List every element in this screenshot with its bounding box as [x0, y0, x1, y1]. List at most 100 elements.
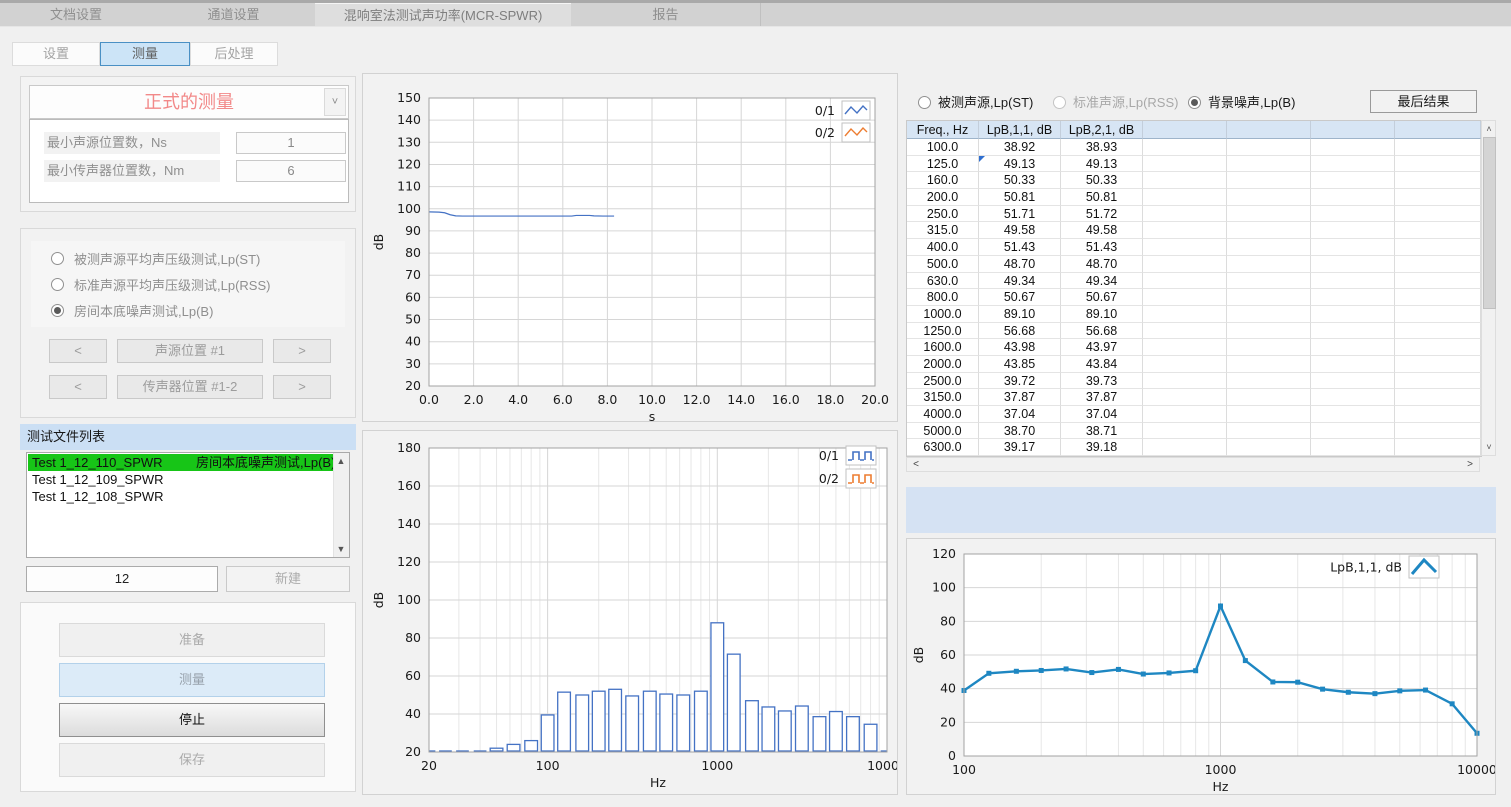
table-cell[interactable]: 56.68 — [1061, 323, 1143, 340]
table-row[interactable]: 1600.043.9843.97 — [907, 339, 1481, 356]
table-cell[interactable]: 50.67 — [1061, 289, 1143, 306]
scroll-down-icon[interactable]: ˅ — [1482, 440, 1496, 454]
table-cell[interactable] — [1143, 339, 1227, 356]
table-cell[interactable] — [1227, 373, 1311, 390]
table-vertical-scrollbar[interactable]: ˄ ˅ — [1481, 120, 1496, 456]
table-cell[interactable] — [1395, 289, 1481, 306]
radio-row-lprss[interactable]: 标准声源平均声压级测试,Lp(RSS) — [31, 275, 345, 294]
radio-label-source-lprss[interactable]: 标准声源,Lp(RSS) — [1073, 94, 1178, 112]
table-row[interactable]: 1250.056.6856.68 — [907, 323, 1481, 340]
table-cell[interactable]: 400.0 — [907, 239, 979, 256]
table-cell[interactable]: 43.97 — [1061, 339, 1143, 356]
mic-position-button[interactable]: 传声器位置 #1-2 — [117, 375, 263, 399]
table-cell[interactable]: 1000.0 — [907, 306, 979, 323]
table-cell[interactable] — [1311, 339, 1395, 356]
table-cell[interactable] — [1227, 389, 1311, 406]
table-horizontal-scrollbar[interactable]: ˂ ˃ — [906, 457, 1480, 472]
table-cell[interactable] — [1311, 389, 1395, 406]
table-cell[interactable] — [1143, 206, 1227, 223]
table-cell[interactable] — [1395, 239, 1481, 256]
table-cell[interactable] — [1227, 172, 1311, 189]
scroll-up-icon[interactable]: ▲ — [334, 454, 348, 468]
table-cell[interactable]: 39.17 — [979, 439, 1061, 456]
subtab-setup[interactable]: 设置 — [12, 42, 100, 66]
table-cell[interactable] — [1227, 339, 1311, 356]
table-row[interactable]: 315.049.5849.58 — [907, 222, 1481, 239]
table-cell[interactable]: 2000.0 — [907, 356, 979, 373]
tab-document-settings[interactable]: 文档设置 — [0, 3, 153, 26]
subtab-measure[interactable]: 测量 — [100, 42, 190, 66]
table-row[interactable]: 800.050.6750.67 — [907, 289, 1481, 306]
tab-channel-settings[interactable]: 通道设置 — [152, 3, 316, 26]
table-cell[interactable]: 51.43 — [979, 239, 1061, 256]
radio-row-lpst[interactable]: 被测声源平均声压级测试,Lp(ST) — [31, 249, 345, 268]
radio-label-background-lpb[interactable]: 背景噪声,Lp(B) — [1208, 94, 1295, 112]
table-cell[interactable] — [1227, 439, 1311, 456]
table-cell[interactable] — [1143, 139, 1227, 156]
table-cell[interactable] — [1143, 156, 1227, 173]
table-cell[interactable] — [1143, 289, 1227, 306]
file-count-button[interactable]: 12 — [26, 566, 218, 592]
table-cell[interactable] — [1227, 306, 1311, 323]
list-item[interactable]: Test 1_12_109_SPWR — [28, 471, 333, 488]
table-cell[interactable]: 39.72 — [979, 373, 1061, 390]
table-row[interactable]: 500.048.7048.70 — [907, 256, 1481, 273]
table-cell[interactable] — [1143, 373, 1227, 390]
mic-position-next-button[interactable]: > — [273, 375, 331, 399]
table-cell[interactable] — [1143, 172, 1227, 189]
table-cell[interactable] — [1227, 189, 1311, 206]
table-cell[interactable] — [1143, 239, 1227, 256]
table-cell[interactable]: 50.81 — [979, 189, 1061, 206]
table-row[interactable]: 400.051.4351.43 — [907, 239, 1481, 256]
table-cell[interactable]: 200.0 — [907, 189, 979, 206]
table-cell[interactable]: 48.70 — [1061, 256, 1143, 273]
min-source-positions-field[interactable]: 1 — [236, 132, 346, 154]
table-cell[interactable]: 48.70 — [979, 256, 1061, 273]
tab-mcr-spwr[interactable]: 混响室法测试声功率(MCR-SPWR) — [315, 3, 572, 26]
table-cell[interactable]: 49.58 — [1061, 222, 1143, 239]
table-cell[interactable] — [1227, 323, 1311, 340]
new-file-button[interactable]: 新建 — [226, 566, 350, 592]
prepare-button[interactable]: 准备 — [59, 623, 325, 657]
table-cell[interactable] — [1143, 273, 1227, 290]
table-cell[interactable] — [1395, 439, 1481, 456]
table-cell[interactable] — [1311, 373, 1395, 390]
table-row[interactable]: 160.050.3350.33 — [907, 172, 1481, 189]
final-result-button[interactable]: 最后结果 — [1370, 90, 1477, 113]
table-cell[interactable]: 49.34 — [979, 273, 1061, 290]
table-cell[interactable] — [1227, 139, 1311, 156]
table-cell[interactable]: 89.10 — [1061, 306, 1143, 323]
radio-icon[interactable] — [51, 304, 64, 317]
table-cell[interactable]: 1250.0 — [907, 323, 979, 340]
table-cell[interactable]: 800.0 — [907, 289, 979, 306]
table-cell[interactable] — [1395, 373, 1481, 390]
table-cell[interactable]: 56.68 — [979, 323, 1061, 340]
table-cell[interactable] — [1395, 406, 1481, 423]
table-cell[interactable]: 1600.0 — [907, 339, 979, 356]
table-cell[interactable]: 160.0 — [907, 172, 979, 189]
table-cell[interactable] — [1395, 306, 1481, 323]
table-cell[interactable]: 38.71 — [1061, 423, 1143, 440]
table-cell[interactable] — [1227, 256, 1311, 273]
table-cell[interactable]: 6300.0 — [907, 439, 979, 456]
table-cell[interactable] — [1227, 156, 1311, 173]
table-cell[interactable] — [1311, 423, 1395, 440]
table-cell[interactable] — [1311, 189, 1395, 206]
table-cell[interactable]: 49.13 — [1061, 156, 1143, 173]
table-cell[interactable] — [1311, 156, 1395, 173]
table-cell[interactable] — [1143, 439, 1227, 456]
table-cell[interactable] — [1311, 406, 1395, 423]
table-cell[interactable] — [1395, 139, 1481, 156]
table-cell[interactable] — [1143, 189, 1227, 206]
radio-icon[interactable] — [51, 278, 64, 291]
measurement-mode-select[interactable]: 正式的测量 ˅ — [29, 85, 349, 119]
table-cell[interactable] — [1395, 389, 1481, 406]
table-cell[interactable]: 3150.0 — [907, 389, 979, 406]
table-cell[interactable] — [1395, 273, 1481, 290]
table-cell[interactable] — [1395, 256, 1481, 273]
table-cell[interactable]: 51.71 — [979, 206, 1061, 223]
table-cell[interactable]: 250.0 — [907, 206, 979, 223]
table-cell[interactable] — [1395, 423, 1481, 440]
table-cell[interactable] — [1395, 222, 1481, 239]
results-table[interactable]: Freq., HzLpB,1,1, dBLpB,2,1, dB100.038.9… — [906, 120, 1482, 457]
